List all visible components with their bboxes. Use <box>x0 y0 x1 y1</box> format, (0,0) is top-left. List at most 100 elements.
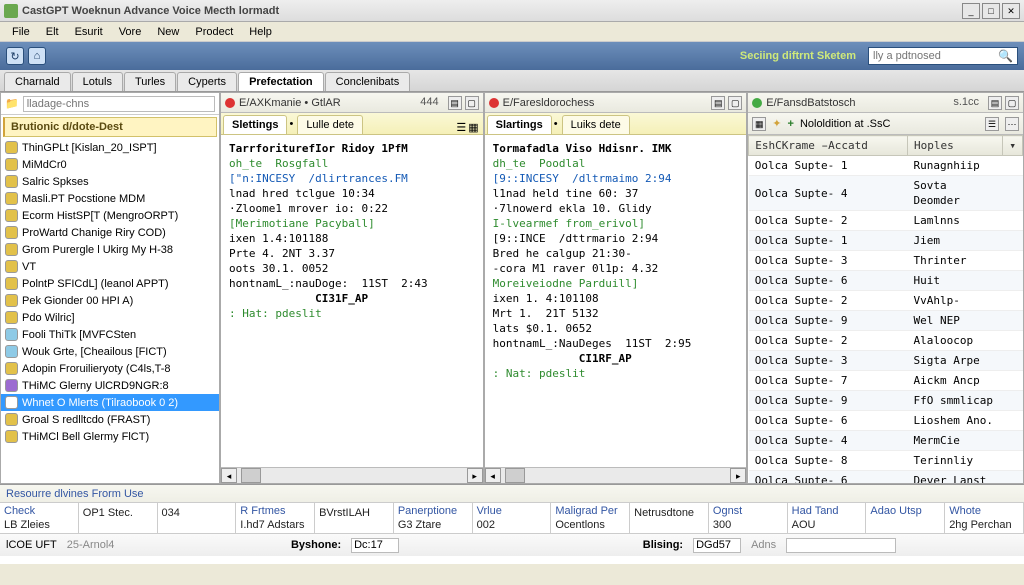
table-row[interactable]: Oolca Supte- 3Thrinter <box>749 251 1023 271</box>
pane3-opt-icon[interactable]: ▤ <box>988 96 1002 110</box>
menu-help[interactable]: Help <box>241 24 280 40</box>
tree-item[interactable]: THiMCl Bell Glermy FlCT) <box>1 428 219 445</box>
tree-item[interactable]: Groal S redlltcdo (FRAST) <box>1 411 219 428</box>
tree-item[interactable]: Fooli ThiTk [MVFCSten <box>1 326 219 343</box>
results-table[interactable]: EshCKrame ̵Accatd Hoples ▾ Oolca Supte- … <box>748 135 1023 483</box>
table-row[interactable]: Oolca Supte- 4MermCie <box>749 431 1023 451</box>
tree-item[interactable]: Pdo Wilric] <box>1 309 219 326</box>
byshone-input[interactable] <box>351 538 399 553</box>
tree-item[interactable]: Masli.PT Pocstione MDM <box>1 190 219 207</box>
pane1-toolbar-icon-a[interactable]: ☰ <box>456 121 466 134</box>
scroll-right-icon[interactable]: ▸ <box>467 468 483 483</box>
terminal-line: Moreiveiodne Parduill] <box>493 276 739 291</box>
close-button[interactable]: ✕ <box>1002 3 1020 19</box>
pane1-subtab-settings[interactable]: Slettings <box>223 115 287 134</box>
menu-prodect[interactable]: Prodect <box>187 24 241 40</box>
col-hoples[interactable]: Hoples <box>908 136 1003 156</box>
tab-turles[interactable]: Turles <box>124 72 176 91</box>
col-extra[interactable]: ▾ <box>1003 136 1023 156</box>
main-tabs: Charnald Lotuls Turles Cyperts Prefectat… <box>0 70 1024 92</box>
menu-file[interactable]: File <box>4 24 38 40</box>
tab-prefectation[interactable]: Prefectation <box>238 72 324 91</box>
tree-item[interactable]: MiMdCr0 <box>1 156 219 173</box>
tree-item[interactable]: PolntP SFICdL] (leanol APPT) <box>1 275 219 292</box>
scroll-left-icon[interactable]: ◂ <box>485 468 501 483</box>
table-row[interactable]: Oolca Supte- 9Wel NEP <box>749 311 1023 331</box>
bottom-col-value: Netrusdtone <box>634 507 704 519</box>
bottom-col: Maligrad PerOcentlons <box>551 503 630 533</box>
tree-item[interactable]: ProWartd Chanige Riry COD) <box>1 224 219 241</box>
search-input[interactable] <box>873 50 994 62</box>
tree-item[interactable]: Whnet O Mlerts (Tilraobook 0 2) <box>1 394 219 411</box>
table-row[interactable]: Oolca Supte- 9FfO smmlicap <box>749 391 1023 411</box>
table-row[interactable]: Oolca Supte- 1Runagnhiip <box>749 156 1023 176</box>
pane3-tool-icon-c[interactable]: ⋯ <box>1005 117 1019 131</box>
pane1-subtab-data[interactable]: Lulle dete <box>297 115 363 134</box>
tree-item[interactable]: Wouk Grte, [Cheailous [FICT) <box>1 343 219 360</box>
table-row[interactable]: Oolca Supte- 7Aickm Ancp <box>749 371 1023 391</box>
pane1-opt-icon[interactable]: ▤ <box>448 96 462 110</box>
search-box[interactable]: 🔍 <box>868 47 1018 65</box>
table-row[interactable]: Oolca Supte- 6Huit <box>749 271 1023 291</box>
pane2-subtab-data[interactable]: Luiks dete <box>562 115 630 134</box>
bottom-col-value: Ocentlons <box>555 519 625 531</box>
refresh-icon[interactable]: ↻ <box>6 47 24 65</box>
tab-lotuls[interactable]: Lotuls <box>72 72 123 91</box>
status-extra-input[interactable] <box>786 538 896 553</box>
tree-item[interactable]: Salric Spkses <box>1 173 219 190</box>
table-row[interactable]: Oolca Supte- 6Dever Lanst <box>749 471 1023 484</box>
tree-item[interactable]: Grom Purergle l Ukirg My H-38 <box>1 241 219 258</box>
pane3-tool-icon-a[interactable]: ▦ <box>752 117 766 131</box>
table-row[interactable]: Oolca Supte- 1Jiem <box>749 231 1023 251</box>
scroll-right-icon[interactable]: ▸ <box>730 468 746 483</box>
table-row[interactable]: Oolca Supte- 2VvAhlp- <box>749 291 1023 311</box>
table-row[interactable]: Oolca Supte- 6Lioshem Ano. <box>749 411 1023 431</box>
pane-1: E/AXKmanie • GtlAR 444 ▤ ▢ Slettings • L… <box>220 92 484 484</box>
table-row[interactable]: Oolca Supte- 4Sovta Deomder <box>749 176 1023 211</box>
pane1-hscroll[interactable]: ◂ ▸ <box>221 467 483 483</box>
pane2-close-icon[interactable]: ▢ <box>728 96 742 110</box>
tree-item[interactable]: ThinGPLt [Kislan_20_ISPT] <box>1 139 219 156</box>
tab-charnald[interactable]: Charnald <box>4 72 71 91</box>
table-row[interactable]: Oolca Supte- 2Alaloocop <box>749 331 1023 351</box>
plus-icon[interactable]: + <box>788 118 794 130</box>
tree-item[interactable]: VT <box>1 258 219 275</box>
menu-vore[interactable]: Vore <box>111 24 150 40</box>
pane3-tool-icon-b[interactable]: ☰ <box>985 117 999 131</box>
minimize-button[interactable]: _ <box>962 3 980 19</box>
col-name[interactable]: EshCKrame ̵Accatd <box>749 136 908 156</box>
pane3-badge: s.1cc <box>953 96 979 110</box>
pane1-close-icon[interactable]: ▢ <box>465 96 479 110</box>
star-icon[interactable]: ✦ <box>772 117 781 130</box>
scroll-left-icon[interactable]: ◂ <box>221 468 237 483</box>
tab-cyperts[interactable]: Cyperts <box>177 72 237 91</box>
bottom-col: PanerptioneG3 Ztare <box>394 503 473 533</box>
home-icon[interactable]: ⌂ <box>28 47 46 65</box>
pane3-close-icon[interactable]: ▢ <box>1005 96 1019 110</box>
tree-item[interactable]: Adopin Froruilieryoty (C4ls,T-8 <box>1 360 219 377</box>
search-icon[interactable]: 🔍 <box>998 49 1013 63</box>
tab-conclenibats[interactable]: Conclenibats <box>325 72 411 91</box>
tree-item[interactable]: THiMC Glerny UlCRD9NGR:8 <box>1 377 219 394</box>
tree-filter-input[interactable] <box>23 96 215 112</box>
pane2-body[interactable]: Tormafadla Viso Hdisnr. IMKdh_te Poodlal… <box>485 135 747 467</box>
pane2-subtab-settings[interactable]: Slartings <box>487 115 552 134</box>
pane1-body[interactable]: TarrforiturefIor Ridoy 1PfMoh_te Rosgfal… <box>221 135 483 467</box>
pane1-toolbar-icon-b[interactable]: ▦ <box>468 121 478 134</box>
menu-esurit[interactable]: Esurit <box>67 24 111 40</box>
tree-group-header[interactable]: Brutionic d/dote-Dest <box>3 117 217 137</box>
pane2-opt-icon[interactable]: ▤ <box>711 96 725 110</box>
terminal-line: ·7lnowerd ekla 10. Glidy <box>493 201 739 216</box>
maximize-button[interactable]: □ <box>982 3 1000 19</box>
table-row[interactable]: Oolca Supte- 8Terinnliy <box>749 451 1023 471</box>
tree-item[interactable]: Pek Gionder 00 HPI A) <box>1 292 219 309</box>
scroll-thumb[interactable] <box>505 468 525 483</box>
menu-new[interactable]: New <box>149 24 187 40</box>
blising-input[interactable] <box>693 538 741 553</box>
pane2-hscroll[interactable]: ◂ ▸ <box>485 467 747 483</box>
scroll-thumb[interactable] <box>241 468 261 483</box>
table-row[interactable]: Oolca Supte- 3Sigta Arpe <box>749 351 1023 371</box>
table-row[interactable]: Oolca Supte- 2Lamlnns <box>749 211 1023 231</box>
menu-edit[interactable]: Elt <box>38 24 67 40</box>
tree-item[interactable]: Ecorm HistSP[T (MengroORPT) <box>1 207 219 224</box>
